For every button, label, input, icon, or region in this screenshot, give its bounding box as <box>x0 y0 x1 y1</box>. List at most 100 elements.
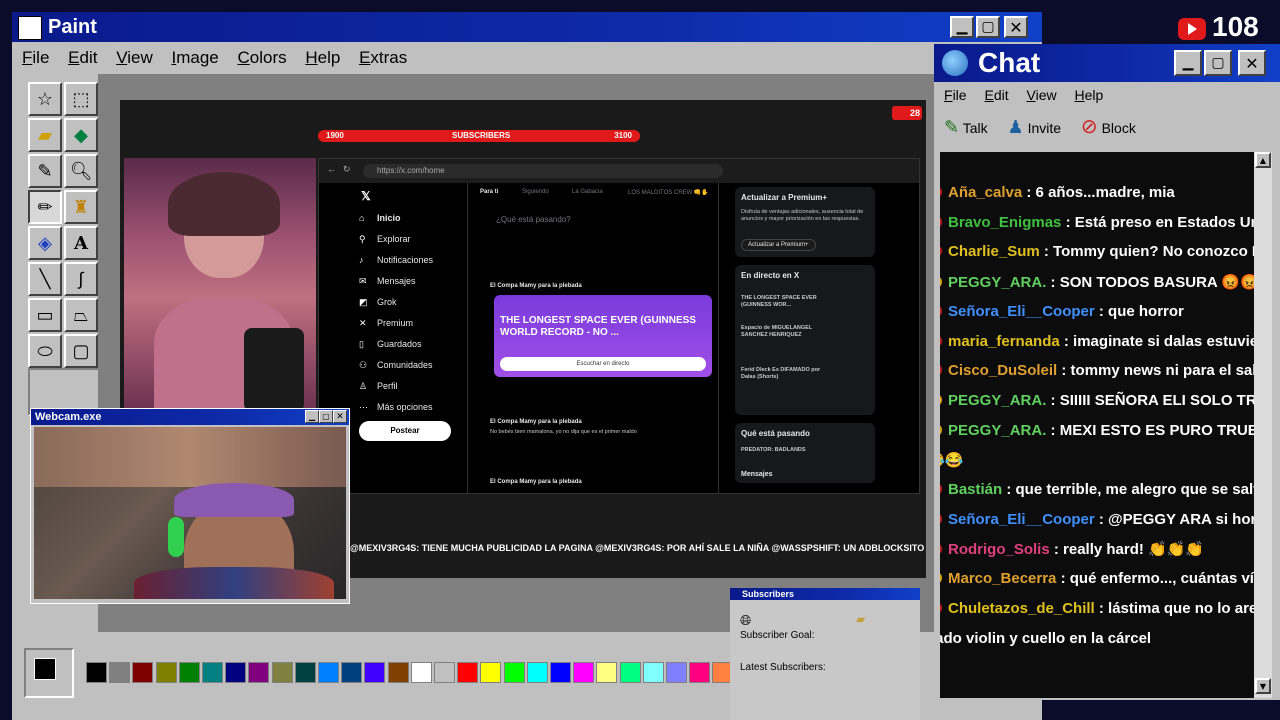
chat-username[interactable]: Bastián <box>948 481 1002 498</box>
palette-swatch[interactable] <box>294 662 316 683</box>
current-colors[interactable] <box>24 648 74 698</box>
block-button[interactable]: ⊘ Block <box>1081 116 1136 138</box>
fill-tool[interactable]: ◆ <box>64 118 98 152</box>
talk-button[interactable]: ✎ Talk <box>944 117 992 137</box>
maximize-button[interactable]: ▢ <box>976 16 1000 38</box>
paint-titlebar[interactable]: Paint <box>12 12 1042 42</box>
airbrush-tool[interactable]: ◈ <box>28 226 62 260</box>
palette-swatch[interactable] <box>480 662 502 683</box>
curve-tool[interactable]: ∫ <box>64 262 98 296</box>
chat-menu-edit[interactable]: Edit <box>984 82 1008 108</box>
nav-bookmarks[interactable]: ▯ Guardados <box>359 339 422 350</box>
nav-premium[interactable]: ✕ Premium <box>359 318 413 329</box>
palette-swatch[interactable] <box>689 662 711 683</box>
color-picker-tool[interactable]: ✎ <box>28 154 62 188</box>
menu-image[interactable]: Image <box>171 44 218 72</box>
tab-malditos-crew[interactable]: LOS MALDITOS CREW 👊✋ <box>628 189 709 196</box>
palette-swatch[interactable] <box>666 662 687 683</box>
premium-button[interactable]: Actualizar a Premium+ <box>741 239 816 251</box>
chat-username[interactable]: Aña_calva <box>948 184 1022 201</box>
chat-username[interactable]: maria_fernanda <box>948 333 1060 350</box>
compose-placeholder[interactable]: ¿Qué está pasando? <box>496 215 571 224</box>
live-item-3[interactable]: Ferid Dleck Es DIFAMADO por Dalas (Short… <box>741 367 831 381</box>
nav-communities[interactable]: ⚇ Comunidades <box>359 360 433 371</box>
menu-colors[interactable]: Colors <box>237 44 286 72</box>
messages-drawer[interactable]: Mensajes <box>741 471 773 478</box>
palette-swatch[interactable] <box>318 662 339 683</box>
nav-explore[interactable]: ⚲ Explorar <box>359 234 411 245</box>
nav-more[interactable]: ⋯ Más opciones <box>359 402 433 413</box>
free-select-tool[interactable]: ☆ <box>28 82 62 116</box>
post-button[interactable]: Postear <box>359 421 451 441</box>
nav-home[interactable]: ⌂ Inicio <box>359 213 401 223</box>
palette-swatch[interactable] <box>503 662 525 683</box>
rectangle-tool[interactable]: ▭ <box>28 298 62 332</box>
scroll-up-button[interactable]: ▲ <box>1255 152 1271 168</box>
chat-maximize-button[interactable]: ▢ <box>1204 50 1232 76</box>
palette-swatch[interactable] <box>225 662 247 683</box>
chat-username[interactable]: Señora_Eli__Cooper <box>948 303 1095 320</box>
chat-username[interactable]: PEGGY_ARA. <box>948 422 1046 439</box>
palette-swatch[interactable] <box>410 662 432 683</box>
palette-swatch[interactable] <box>132 662 154 683</box>
palette-swatch[interactable] <box>457 662 479 683</box>
reload-icon[interactable]: ↻ <box>343 164 351 175</box>
brush-tool[interactable]: ♜ <box>64 190 98 224</box>
magnifier-tool[interactable]: 🔍︎ <box>64 154 98 188</box>
rounded-rect-tool[interactable]: ▢ <box>64 334 98 368</box>
chat-close-button[interactable]: ✕ <box>1238 50 1266 76</box>
post-author[interactable]: El Compa Mamy para la plebada <box>490 283 582 289</box>
space-card[interactable]: THE LONGEST SPACE EVER (GUINNESS WORLD R… <box>494 295 712 377</box>
chat-username[interactable]: Chuletazos_de_Chill <box>948 600 1095 617</box>
live-item-1[interactable]: THE LONGEST SPACE EVER (GUINNESS WOR... <box>741 295 821 309</box>
palette-swatch[interactable] <box>202 662 223 683</box>
palette-swatch[interactable] <box>573 662 595 683</box>
palette-swatch[interactable] <box>526 662 548 683</box>
chat-scrollbar[interactable]: ▲ ▼ <box>1254 152 1272 698</box>
close-button[interactable]: ✕ <box>1004 16 1028 38</box>
chat-username[interactable]: Señora_Eli__Cooper <box>948 511 1095 528</box>
chat-username[interactable]: Rodrigo_Solis <box>948 541 1050 558</box>
palette-swatch[interactable] <box>271 662 293 683</box>
palette-swatch[interactable] <box>341 662 363 683</box>
line-tool[interactable]: ╲ <box>28 262 62 296</box>
menu-file[interactable]: File <box>22 44 49 72</box>
palette-swatch[interactable] <box>155 662 177 683</box>
chat-username[interactable]: Charlie_Sum <box>948 243 1040 260</box>
webcam-minimize-button[interactable]: ▁ <box>305 410 319 423</box>
menu-edit[interactable]: Edit <box>68 44 97 72</box>
invite-button[interactable]: ♟ Invite <box>1008 117 1065 137</box>
listen-live-button[interactable]: Escuchar en directo <box>500 357 706 371</box>
menu-extras[interactable]: Extras <box>359 44 407 72</box>
palette-swatch[interactable] <box>550 662 571 683</box>
chat-username[interactable]: PEGGY_ARA. <box>948 274 1046 291</box>
webcam-close-button[interactable]: ✕ <box>333 410 347 423</box>
chat-menu-view[interactable]: View <box>1027 82 1057 108</box>
chat-menu-help[interactable]: Help <box>1075 82 1104 108</box>
text-tool[interactable]: A <box>64 226 98 260</box>
menu-help[interactable]: Help <box>305 44 340 72</box>
chat-menu-file[interactable]: File <box>944 82 967 108</box>
palette-swatch[interactable] <box>642 662 664 683</box>
tab-for-you[interactable]: Para ti <box>480 189 498 195</box>
tab-following[interactable]: Siguiendo <box>522 189 549 195</box>
nav-profile[interactable]: ♙ Perfil <box>359 381 398 392</box>
address-bar[interactable]: https://x.com/home <box>363 164 723 178</box>
nav-messages[interactable]: ✉ Mensajes <box>359 276 416 287</box>
ellipse-tool[interactable]: ⬭ <box>28 334 62 368</box>
chat-username[interactable]: Marco_Becerra <box>948 570 1056 587</box>
chat-username[interactable]: Bravo_Enigmas <box>948 214 1061 231</box>
back-icon[interactable]: ← <box>327 164 336 174</box>
x-logo[interactable]: 𝕏 <box>361 189 371 203</box>
menu-view[interactable]: View <box>116 44 153 72</box>
nav-notifications[interactable]: ♪ Notificaciones <box>359 255 433 265</box>
webcam-maximize-button[interactable]: ▢ <box>319 410 333 423</box>
palette-swatch[interactable] <box>387 662 409 683</box>
chat-minimize-button[interactable]: ▁ <box>1174 50 1202 76</box>
post3-author[interactable]: El Compa Mamy para la plebada <box>490 479 582 485</box>
trending-item[interactable]: PREDATOR: BADLANDS <box>741 447 806 454</box>
palette-swatch[interactable] <box>248 662 270 683</box>
palette-swatch[interactable] <box>86 662 107 683</box>
eraser-tool[interactable]: ▰ <box>28 118 62 152</box>
nav-grok[interactable]: ◩ Grok <box>359 297 397 308</box>
